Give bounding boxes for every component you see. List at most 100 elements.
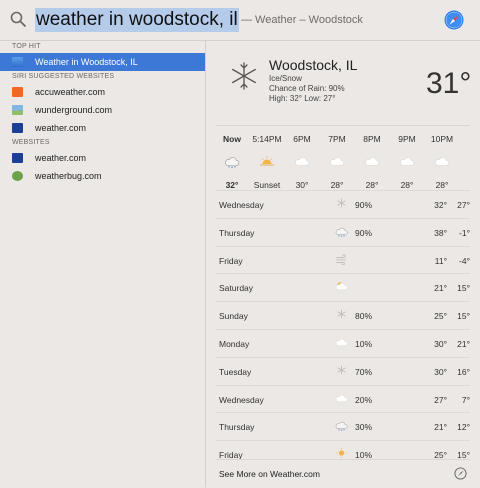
day-name: Wednesday [219,394,264,405]
snow-icon [334,308,349,322]
current-temperature: 31° [426,67,472,100]
spotlight-window: weather in woodstock, il — Weather – Woo… [0,0,480,487]
ice-snow-icon [334,225,349,239]
result-item[interactable]: weather.com [0,119,205,137]
day-name: Saturday [219,283,254,294]
result-label: weatherbug.com [35,171,102,181]
high-temp: 25° [434,311,447,322]
cloud-icon [328,154,346,168]
search-icon [10,11,26,27]
hour-label: 7PM [328,134,346,144]
search-completion-hint: — Weather – Woodstock [241,14,363,26]
precip-chance: 90% [355,200,373,210]
daily-row: Thursday 90% 38° -1° [216,217,470,246]
result-label: Weather in Woodstock, IL [35,57,138,67]
low-temp: 16° [457,366,470,377]
day-name: Thursday [219,227,255,238]
section-header: WEBSITES [12,139,50,146]
low-temp: -1° [459,227,470,238]
result-label: accuweather.com [35,87,106,97]
high-temp: 30° [434,366,447,377]
daily-row: Saturday 21° 15° [216,273,470,301]
low-temp: 15° [457,311,470,322]
city-name: Woodstock, IL [269,57,358,73]
result-item[interactable]: weather.com [0,149,205,167]
precip-chance: 70% [355,366,373,377]
daily-row: Wednesday 90% 32° 27° [216,190,470,218]
safari-compass-icon[interactable] [454,467,467,480]
search-bar: weather in woodstock, il — Weather – Woo… [0,0,480,41]
ice-snow-icon [334,419,349,433]
cloud-icon [363,154,381,168]
hour-label: 6PM [293,134,311,144]
cloud-icon [398,154,416,168]
low-temp: -4° [459,255,470,266]
hour-temp: 32° [225,180,239,190]
cloud-icon [334,392,349,406]
weather-com-favicon [12,153,23,163]
daily-row: Monday 10% 30° 21° [216,328,470,357]
daily-row: Thursday 30% 21° 12° [216,412,470,440]
hour-temp: Sunset [253,180,281,190]
footer: See More on Weather.com [216,459,470,488]
accuweather-favicon [12,87,23,97]
hour-label: 10PM [430,134,454,144]
result-label: weather.com [35,153,87,163]
snow-icon [334,197,349,211]
results-sidebar: TOP HIT Weather in Woodstock, IL SIRI SUGG… [0,41,206,487]
condition-summary: Ice/Snow Chance of Rain: 90% High: 32° L… [269,74,345,104]
wunderground-favicon [12,105,23,115]
low-temp: 21° [457,338,470,349]
day-name: Sunday [219,311,248,322]
hour-label: 9PM [398,134,416,144]
weatherbug-favicon [12,171,23,181]
section-header: SIRI SUGGESTED WEBSITES [12,73,115,80]
hour-temp: 30° [295,180,309,190]
hour-temp: 28° [435,180,449,190]
low-temp: 15° [457,283,470,294]
cloud-icon [293,154,311,168]
safari-compass-icon[interactable] [444,10,464,30]
result-item-selected[interactable]: Weather in Woodstock, IL [0,53,205,71]
weather-com-favicon [12,123,23,133]
ice-snow-icon [223,154,241,168]
partly-sunny-icon [334,280,349,294]
weather-app-icon [12,57,23,67]
precip-chance: 90% [355,227,373,238]
day-name: Monday [219,338,250,349]
cloud-icon [334,336,349,350]
see-more-link[interactable]: See More on Weather.com [219,469,320,479]
search-input[interactable]: weather in woodstock, il [35,8,239,32]
condition-text: Ice/Snow [269,74,302,83]
high-low: High: 32° Low: 27° [269,94,336,103]
precip-chance: 20% [355,394,373,405]
low-temp: 12° [457,422,470,433]
snowflake-icon [232,62,256,90]
sunset-icon [258,154,276,168]
high-temp: 30° [434,338,447,349]
hourly-forecast: Now 32° 5:14PM Sunset 6PM 30° 7PM 28° 8PM 28° 9PM 2… [216,125,470,190]
daily-forecast: Wednesday 90% 32° 27° Thursday 90% 38° -1° Frida… [216,190,470,468]
day-name: Friday [219,255,243,266]
result-item[interactable]: weatherbug.com [0,167,205,185]
high-temp: 11° [434,255,447,266]
precip-chance: 80% [355,311,373,322]
wind-icon [334,253,349,267]
hour-temp: 28° [330,180,344,190]
result-item[interactable]: wunderground.com [0,101,205,119]
high-temp: 27° [434,394,447,405]
rain-chance: Chance of Rain: 90% [269,84,345,93]
precip-chance: 10% [355,338,373,349]
day-name: Wednesday [219,200,264,210]
result-item[interactable]: accuweather.com [0,83,205,101]
hour-temp: 28° [365,180,379,190]
low-temp: 7° [461,394,470,405]
high-temp: 32° [434,200,447,210]
weather-preview: Woodstock, IL Ice/Snow Chance of Rain: 9… [206,41,480,487]
section-header: TOP HIT [12,43,41,50]
daily-row: Wednesday 20% 27° 7° [216,384,470,413]
hour-temp: 28° [400,180,414,190]
day-name: Thursday [219,422,255,433]
daily-row: Tuesday 70% 30° 16° [216,356,470,385]
day-name: Tuesday [219,366,252,377]
